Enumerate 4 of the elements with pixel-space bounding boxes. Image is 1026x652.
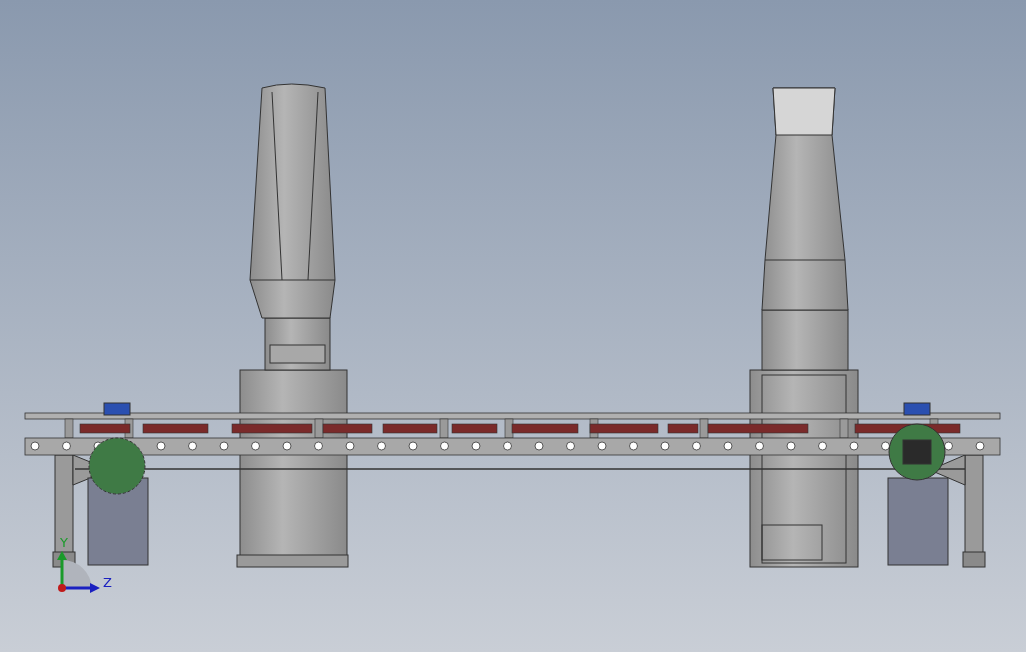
axis-label: Z bbox=[103, 575, 112, 590]
axis-triad-icon bbox=[57, 551, 100, 593]
axis-label: Y bbox=[60, 535, 68, 550]
cad-viewport[interactable]: Y Z bbox=[0, 0, 1026, 652]
